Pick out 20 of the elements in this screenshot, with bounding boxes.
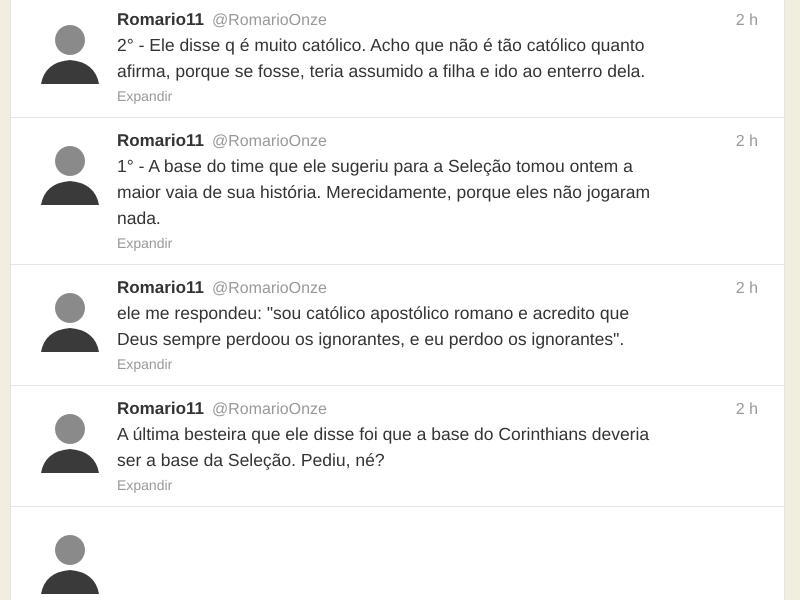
tweet-text: 2° - Ele disse q é muito católico. Acho que não é tão católico quanto afirma, porque se fosse, teria assumido a filha e ido ao enterro dela. [117,34,646,83]
user-name[interactable]: Romario11 [117,131,204,151]
expand-link[interactable]: Expandir [117,356,172,372]
user-handle[interactable]: @RomarioOnze [212,12,327,30]
user-name[interactable]: Romario11 [117,399,204,419]
user-name[interactable]: Romario11 [117,278,204,298]
tweet-time[interactable]: 2 h [736,280,770,298]
user-handle[interactable]: @RomarioOnze [212,401,327,419]
expand-link[interactable]: Expandir [117,235,172,251]
user-name[interactable]: Romario11 [117,10,204,30]
tweet-text: 1° - A base do time que ele sugeriu para a Seleção tomou ontem a maior vaia de sua história. Merecidamente, porque eles não jogaram nada. [117,155,652,230]
tweet-text: ele me respondeu: "sou católico apostólico romano e acredito que Deus sempre perdoou os ignorantes, e eu perdoo os ignorantes". [117,302,630,351]
tweet-time[interactable]: 2 h [736,12,770,30]
tweet-text: A última besteira que ele disse foi que a base do Corinthians deveria ser a base da Seleção. Pediu, né? [117,423,650,472]
user-handle[interactable]: @RomarioOnze [212,133,327,151]
expand-link[interactable]: Expandir [117,88,172,104]
user-handle[interactable]: @RomarioOnze [212,280,327,298]
expand-link[interactable]: Expandir [117,477,172,493]
tweet-time[interactable]: 2 h [736,133,770,151]
tweet-time[interactable]: 2 h [736,401,770,419]
